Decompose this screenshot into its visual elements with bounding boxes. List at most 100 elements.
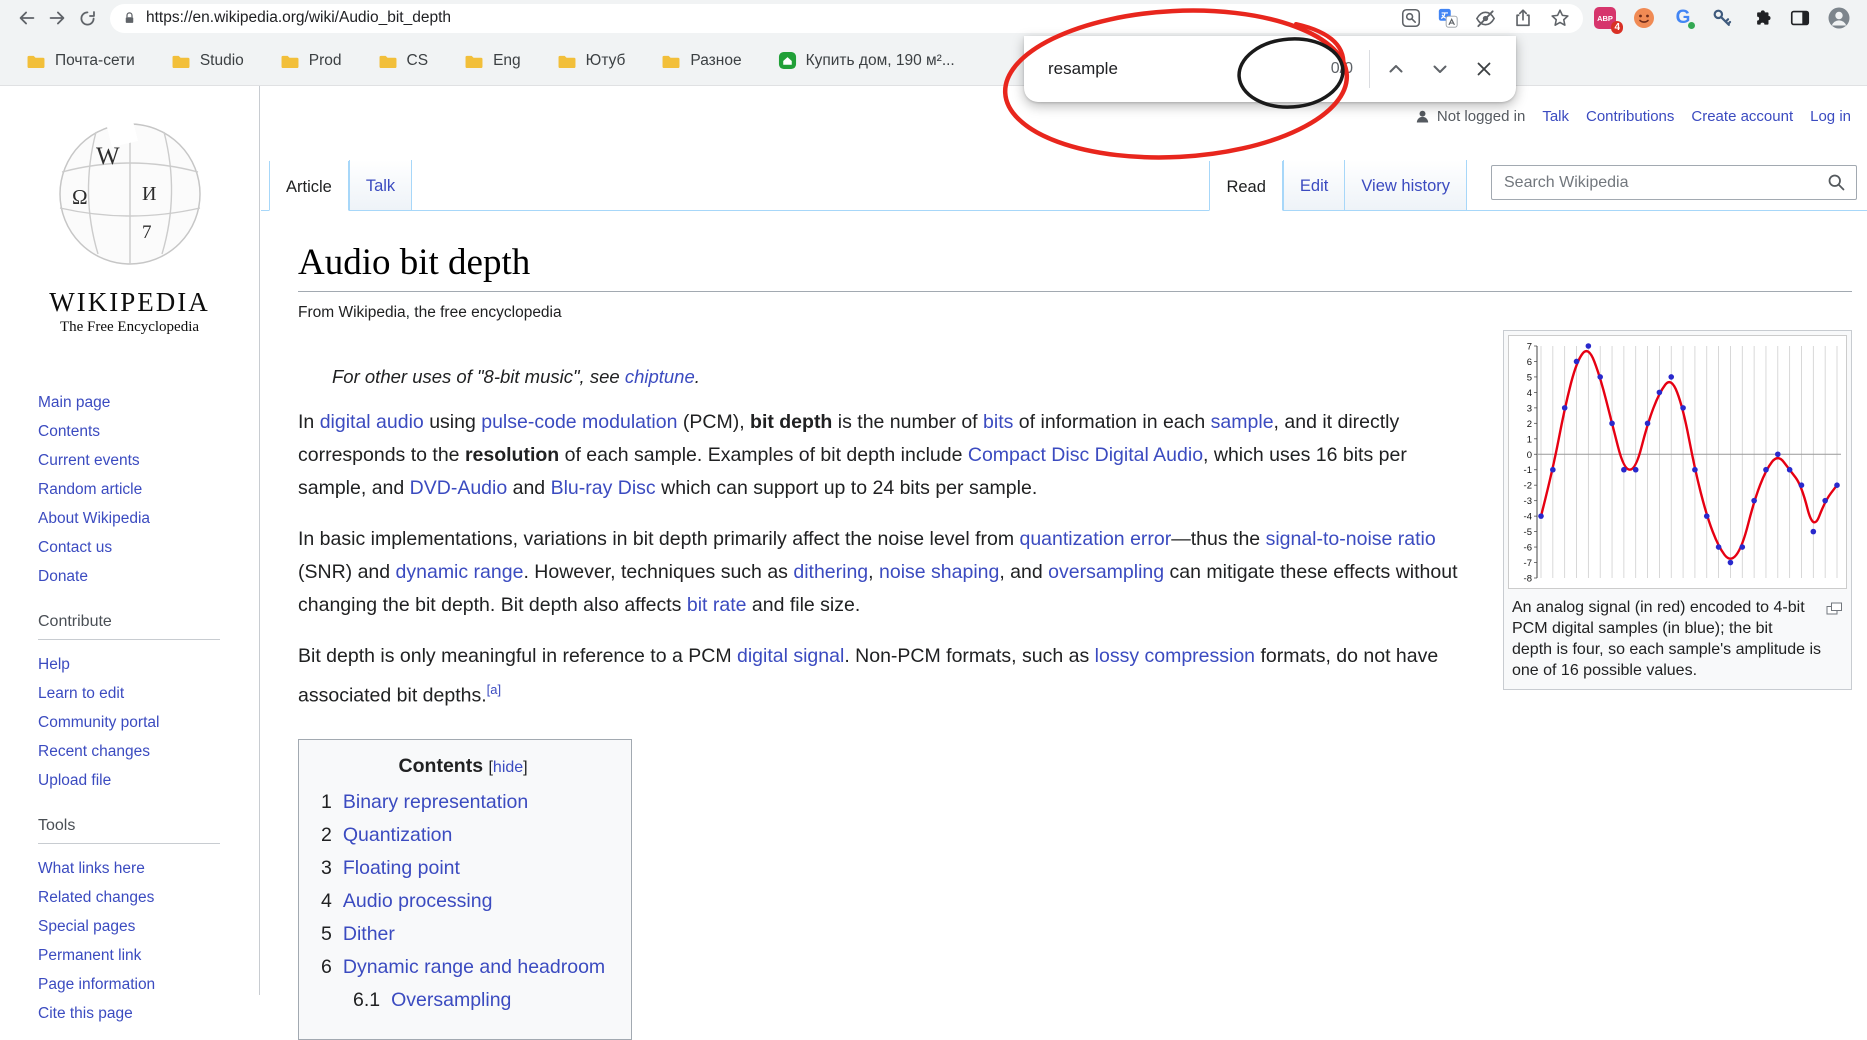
- sidebar-item-community-portal[interactable]: Community portal: [38, 708, 259, 737]
- reference-link[interactable]: [a]: [487, 682, 501, 697]
- face-extension-icon[interactable]: [1632, 6, 1656, 30]
- search-icon[interactable]: [1826, 172, 1847, 198]
- bookmark-folder[interactable]: Почта-сети: [26, 52, 135, 70]
- find-next-button[interactable]: [1418, 47, 1462, 91]
- sidebar-item-about-wikipedia[interactable]: About Wikipedia: [38, 504, 259, 533]
- article-link[interactable]: signal-to-noise ratio: [1266, 528, 1436, 550]
- adblock-extension-icon[interactable]: ABP 4: [1593, 6, 1623, 34]
- figure-caption: An analog signal (in red) encoded to 4-b…: [1508, 589, 1847, 685]
- sidebar-item-recent-changes[interactable]: Recent changes: [38, 737, 259, 766]
- lens-search-icon[interactable]: [1400, 7, 1422, 29]
- sidebar-item-help[interactable]: Help: [38, 650, 259, 679]
- sidebar-item-what-links-here[interactable]: What links here: [38, 854, 259, 883]
- article-link[interactable]: DVD-Audio: [410, 477, 508, 499]
- bookmark-folder[interactable]: Eng: [464, 52, 521, 70]
- sidebar-item-main-page[interactable]: Main page: [38, 388, 259, 417]
- sidebar-item-donate[interactable]: Donate: [38, 562, 259, 591]
- bookmark-site[interactable]: Купить дом, 190 м²...: [778, 51, 955, 70]
- bookmark-folder[interactable]: Prod: [280, 52, 342, 70]
- google-extension-icon[interactable]: G: [1671, 6, 1695, 30]
- bookmark-star-icon[interactable]: [1549, 7, 1571, 29]
- tab-article[interactable]: Article: [269, 161, 349, 211]
- toc-item[interactable]: 2 Quantization: [321, 819, 605, 852]
- wikipedia-wordmark[interactable]: WIKIPEDIA: [0, 287, 259, 318]
- find-close-button[interactable]: [1462, 47, 1506, 91]
- toc-item[interactable]: 6 Dynamic range and headroom: [321, 951, 605, 984]
- article-link[interactable]: bits: [983, 411, 1013, 433]
- article-figure-thumbnail[interactable]: 7 6 5 4 3 2 1 0 -1 -2 -3 -4 -5 -6 -7 -8 An analog signa…: [1503, 330, 1852, 690]
- reload-button[interactable]: [72, 3, 102, 33]
- sidebar-item-contents[interactable]: Contents: [38, 417, 259, 446]
- article-link[interactable]: digital audio: [320, 411, 424, 433]
- toc-hide-toggle[interactable]: [hide]: [488, 759, 527, 776]
- wiki-search-input[interactable]: [1491, 165, 1857, 200]
- article-link[interactable]: pulse-code modulation: [481, 411, 677, 433]
- toc-item[interactable]: 3 Floating point: [321, 852, 605, 885]
- logo-glyph: 7: [142, 222, 152, 243]
- tab-edit[interactable]: Edit: [1282, 160, 1345, 210]
- sidebar-item-current-events[interactable]: Current events: [38, 446, 259, 475]
- article-link[interactable]: lossy compression: [1095, 645, 1255, 667]
- sidebar-item-random-article[interactable]: Random article: [38, 475, 259, 504]
- article-link[interactable]: dithering: [793, 561, 868, 583]
- toc-link[interactable]: Floating point: [343, 857, 460, 879]
- figure-chart: 7 6 5 4 3 2 1 0 -1 -2 -3 -4 -5 -6 -7 -8: [1524, 342, 1841, 585]
- article-link[interactable]: digital signal: [737, 645, 844, 667]
- bookmark-folder[interactable]: Разное: [661, 52, 742, 70]
- share-icon[interactable]: [1512, 7, 1534, 29]
- bookmark-folder[interactable]: CS: [378, 51, 429, 70]
- sidebar-item-upload-file[interactable]: Upload file: [38, 766, 259, 795]
- toc-link[interactable]: Oversampling: [391, 989, 511, 1011]
- toc-link[interactable]: Dynamic range and headroom: [343, 956, 605, 978]
- enlarge-icon[interactable]: [1826, 600, 1843, 621]
- wikipedia-globe-logo[interactable]: W Ω И 7: [44, 106, 216, 278]
- bookmark-folder[interactable]: Ютуб: [557, 52, 625, 70]
- sidebar-item-contact-us[interactable]: Contact us: [38, 533, 259, 562]
- svg-text:4: 4: [1527, 388, 1532, 399]
- toc-item[interactable]: 6.1 Oversampling: [321, 984, 605, 1017]
- bookmark-folder[interactable]: Studio: [171, 52, 244, 70]
- key-extension-icon[interactable]: [1710, 6, 1734, 30]
- address-bar[interactable]: https://en.wikipedia.org/wiki/Audio_bit_…: [110, 3, 1583, 33]
- personal-link-contributions[interactable]: Contributions: [1586, 108, 1674, 125]
- toc-item[interactable]: 4 Audio processing: [321, 885, 605, 918]
- svg-text:6: 6: [1527, 357, 1532, 368]
- back-button[interactable]: [12, 3, 42, 33]
- article-link[interactable]: noise shaping: [879, 561, 999, 583]
- toc-link[interactable]: Binary representation: [343, 791, 528, 813]
- toc-link[interactable]: Quantization: [343, 824, 453, 846]
- article-link[interactable]: Compact Disc Digital Audio: [968, 444, 1203, 466]
- article-link[interactable]: sample: [1211, 411, 1274, 433]
- sidebar-item-special-pages[interactable]: Special pages: [38, 912, 259, 941]
- tab-talk[interactable]: Talk: [348, 160, 413, 210]
- bookmark-label: CS: [406, 51, 429, 69]
- article-link[interactable]: quantization error: [1019, 528, 1171, 550]
- article-link[interactable]: chiptune: [625, 366, 695, 387]
- article-link[interactable]: oversampling: [1048, 561, 1164, 583]
- url-text: https://en.wikipedia.org/wiki/Audio_bit_…: [146, 9, 452, 26]
- article-link[interactable]: Blu-ray Disc: [551, 477, 656, 499]
- side-panel-button[interactable]: [1788, 6, 1812, 30]
- sidebar-item-related-changes[interactable]: Related changes: [38, 883, 259, 912]
- tab-view-history[interactable]: View history: [1344, 160, 1467, 210]
- toc-link[interactable]: Audio processing: [343, 890, 493, 912]
- translate-icon[interactable]: [1437, 7, 1459, 29]
- toc-item[interactable]: 5 Dither: [321, 918, 605, 951]
- forward-button[interactable]: [42, 3, 72, 33]
- personal-link-log-in[interactable]: Log in: [1810, 108, 1851, 125]
- sidebar-item-permanent-link[interactable]: Permanent link: [38, 941, 259, 970]
- article-link[interactable]: bit rate: [687, 594, 747, 616]
- sidebar-item-cite-this-page[interactable]: Cite this page: [38, 999, 259, 1028]
- eye-hidden-icon[interactable]: [1474, 7, 1497, 30]
- personal-link-create-account[interactable]: Create account: [1691, 108, 1793, 125]
- find-input[interactable]: [1048, 59, 1323, 79]
- find-previous-button[interactable]: [1374, 47, 1418, 91]
- toc-item[interactable]: 1 Binary representation: [321, 786, 605, 819]
- personal-link-talk[interactable]: Talk: [1542, 108, 1569, 125]
- sidebar-item-learn-to-edit[interactable]: Learn to edit: [38, 679, 259, 708]
- tab-read[interactable]: Read: [1209, 161, 1283, 211]
- toc-link[interactable]: Dither: [343, 923, 395, 945]
- article-link[interactable]: dynamic range: [396, 561, 524, 583]
- extensions-puzzle-button[interactable]: [1749, 6, 1773, 30]
- profile-avatar[interactable]: [1827, 6, 1851, 30]
